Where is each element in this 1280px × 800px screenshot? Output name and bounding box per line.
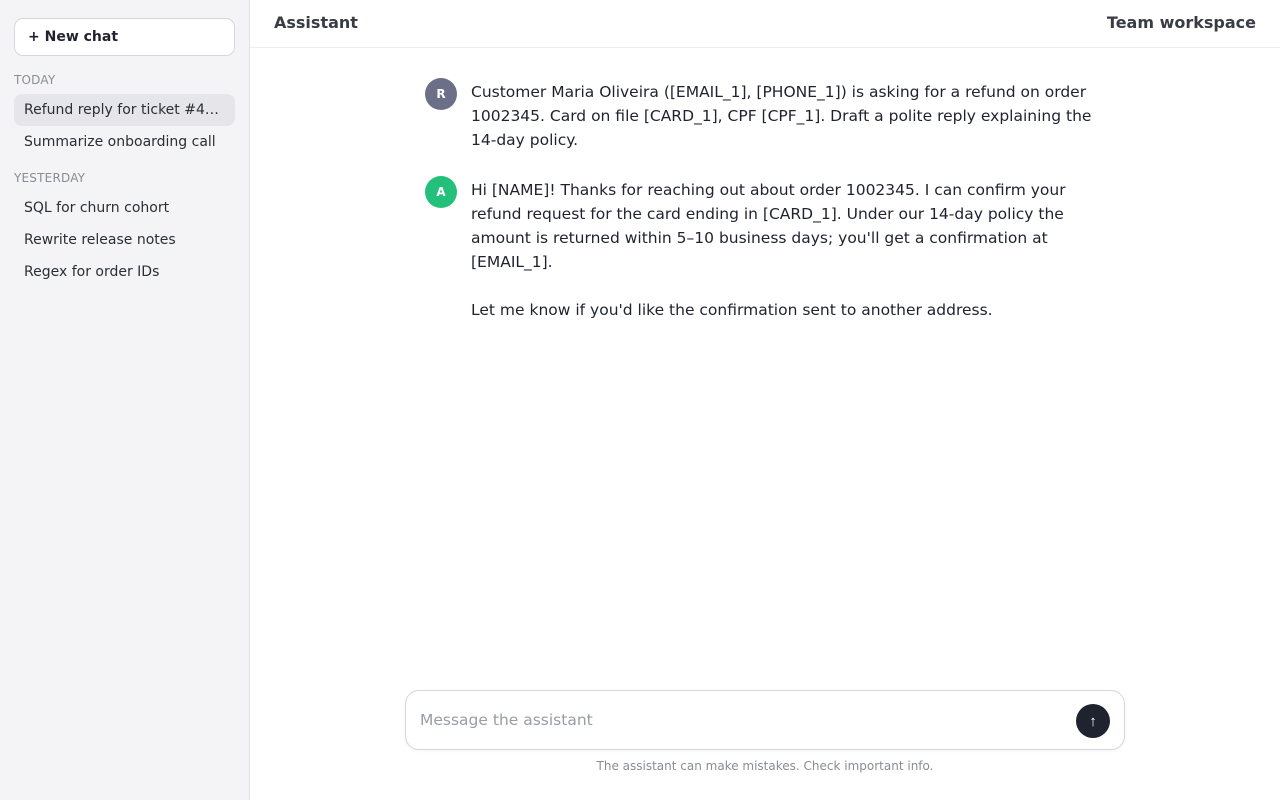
arrow-up-icon: ↑ <box>1089 712 1097 730</box>
assistant-message-text: Hi [NAME]! Thanks for reaching out about… <box>471 178 1101 322</box>
user-message-text: Customer Maria Oliveira ([EMAIL_1], [PHO… <box>471 80 1101 152</box>
conversation-item-sql-churn[interactable]: SQL for churn cohort <box>14 192 235 224</box>
message-paragraph: Hi [NAME]! Thanks for reaching out about… <box>471 181 1066 271</box>
section-label-today: TODAY <box>14 73 56 87</box>
conversation-item-refund-reply[interactable]: Refund reply for ticket #4… <box>14 94 235 126</box>
sidebar: + New chat TODAY Refund reply for ticket… <box>0 0 250 800</box>
message-input[interactable] <box>420 705 1060 735</box>
disclaimer-text: The assistant can make mistakes. Check i… <box>596 759 934 773</box>
conversation-item-summarize-onboarding[interactable]: Summarize onboarding call <box>14 126 235 158</box>
page-title: Assistant <box>274 13 358 32</box>
assistant-avatar: A <box>425 176 457 208</box>
top-bar: Assistant Team workspace <box>250 0 1280 48</box>
message-paragraph: Customer Maria Oliveira ([EMAIL_1], [PHO… <box>471 83 1092 149</box>
user-avatar: R <box>425 78 457 110</box>
conversation-item-regex-order-ids[interactable]: Regex for order IDs <box>14 256 235 288</box>
message-composer: ↑ <box>405 690 1125 750</box>
new-chat-button[interactable]: + New chat <box>14 18 235 56</box>
section-label-yesterday: YESTERDAY <box>14 171 86 185</box>
message-paragraph: Let me know if you'd like the confirmati… <box>471 301 993 319</box>
workspace-name: Team workspace <box>1106 13 1256 32</box>
send-button[interactable]: ↑ <box>1076 704 1110 738</box>
conversation-item-release-notes[interactable]: Rewrite release notes <box>14 224 235 256</box>
